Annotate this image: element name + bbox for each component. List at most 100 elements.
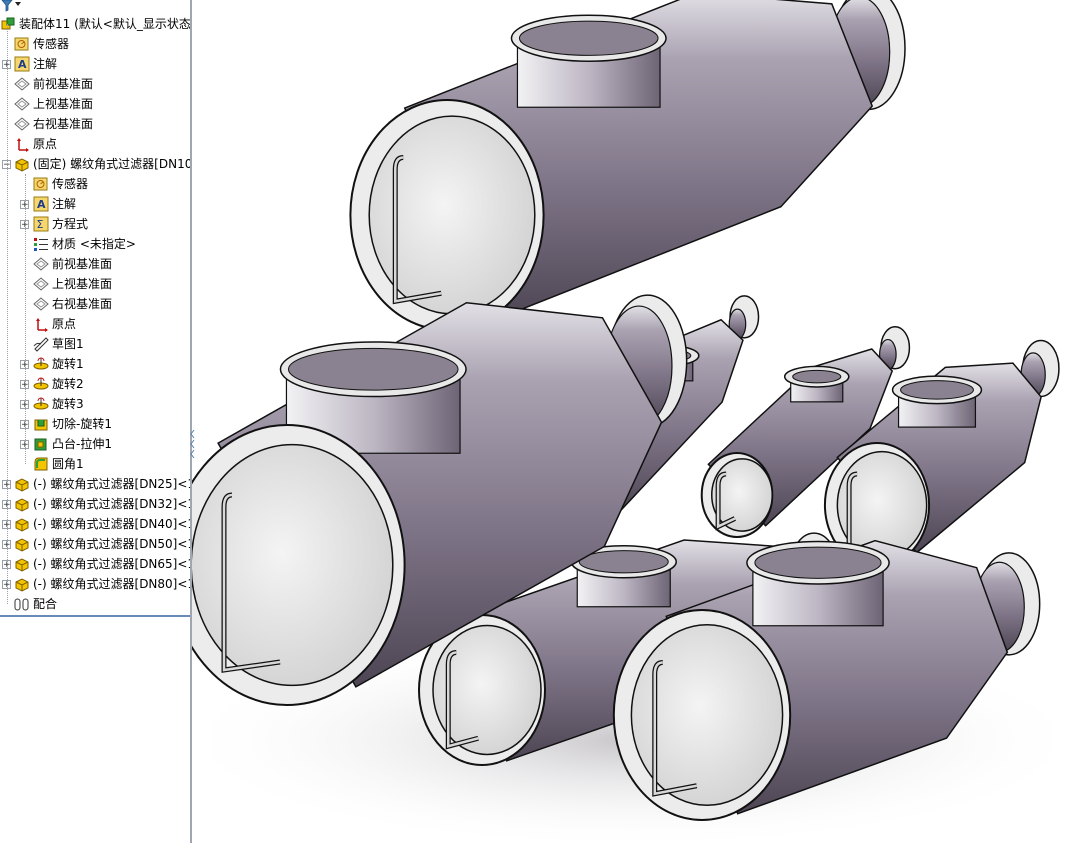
tree-item[interactable]: 传感器 <box>33 174 88 194</box>
tree-item[interactable]: 上视基准面 <box>14 94 93 114</box>
tree-item-label: 注解 <box>33 57 58 71</box>
boss-extrude-icon <box>33 436 49 452</box>
sensor-icon <box>33 176 49 192</box>
tree-item-label: 圆角1 <box>52 457 84 471</box>
inlet-bore <box>900 380 974 400</box>
tree-item[interactable]: 原点 <box>14 134 57 154</box>
strainer-body <box>349 0 906 331</box>
plane-icon <box>33 256 49 272</box>
tree-item[interactable]: 旋转2 <box>33 374 84 394</box>
svg-text:A: A <box>18 58 27 71</box>
annotation-icon: A <box>14 56 30 72</box>
tree-item-label: (-) 螺纹角式过滤器[DN80]<1> <box>33 577 192 591</box>
mates-icon <box>14 596 30 612</box>
revolve-icon <box>33 396 49 412</box>
tree-item-label: (-) 螺纹角式过滤器[DN25]<1> <box>33 477 192 491</box>
tree-item[interactable]: A 注解 <box>14 54 57 74</box>
origin-icon <box>14 136 30 152</box>
cut-revolve-icon <box>33 416 49 432</box>
svg-text:A: A <box>37 198 46 211</box>
tree-item[interactable]: Σ 方程式 <box>33 214 88 234</box>
tree-item-label: 传感器 <box>52 177 89 191</box>
fillet-icon <box>33 456 49 472</box>
revolve-icon <box>33 356 49 372</box>
tree-item-label: 注解 <box>52 197 77 211</box>
part-icon <box>14 156 30 172</box>
tree-item[interactable]: 右视基准面 <box>33 294 112 314</box>
tree-item-label: 前视基准面 <box>33 77 94 91</box>
tree-item[interactable]: (-) 螺纹角式过滤器[DN80]<1> <box>14 574 192 594</box>
plane-icon <box>14 116 30 132</box>
tree-item-label: 旋转1 <box>52 357 84 371</box>
revolve-icon <box>33 376 49 392</box>
svg-text:Σ: Σ <box>37 218 44 231</box>
plane-icon <box>14 96 30 112</box>
tree-item[interactable]: (固定) 螺纹角式过滤器[DN100]<1> <box>14 154 192 174</box>
origin-icon <box>33 316 49 332</box>
tree-item[interactable]: A 注解 <box>33 194 76 214</box>
tree-item[interactable]: 右视基准面 <box>14 114 93 134</box>
tree-item-label: 材质 <未指定> <box>52 237 136 251</box>
part-icon <box>14 476 30 492</box>
tree-item-label: 草图1 <box>52 337 84 351</box>
tree-item-label: 旋转2 <box>52 377 84 391</box>
tree-item[interactable]: 上视基准面 <box>33 274 112 294</box>
tree-root-label: 装配体11 (默认<默认_显示状态-1>) <box>19 17 191 31</box>
tree-toolbar <box>0 0 190 12</box>
tree-item[interactable]: 传感器 <box>14 34 69 54</box>
equation-icon: Σ <box>33 216 49 232</box>
sketch-icon <box>33 336 49 352</box>
tree-item-label: 上视基准面 <box>33 97 94 111</box>
tree-item-label: 传感器 <box>33 37 70 51</box>
tree-item-label: (固定) 螺纹角式过滤器[DN100]<1> <box>33 157 192 171</box>
tree-item-label: 右视基准面 <box>33 117 94 131</box>
tree-item[interactable]: 旋转3 <box>33 394 84 414</box>
tree-root-assembly[interactable]: 装配体11 (默认<默认_显示状态-1>) <box>0 14 191 34</box>
tree-item-label: 切除-旋转1 <box>52 417 112 431</box>
inlet-bore <box>792 369 842 384</box>
tree-item[interactable]: 凸台-拉伸1 <box>33 434 112 454</box>
tree-item-label: (-) 螺纹角式过滤器[DN65]<1> <box>33 557 192 571</box>
inlet-bore <box>754 546 882 579</box>
material-icon <box>33 236 49 252</box>
tree-item[interactable]: 草图1 <box>33 334 84 354</box>
tree-item-label: 旋转3 <box>52 397 84 411</box>
filter-icon[interactable] <box>0 0 24 12</box>
tree-item-label: 方程式 <box>52 217 89 231</box>
tree-item[interactable]: 原点 <box>33 314 76 334</box>
plane-icon <box>33 276 49 292</box>
annotation-icon: A <box>33 196 49 212</box>
tree-item-label: (-) 螺纹角式过滤器[DN40]<1> <box>33 517 192 531</box>
tree-item[interactable]: 旋转1 <box>33 354 84 374</box>
tree-item-label: 凸台-拉伸1 <box>52 437 112 451</box>
tree-item-label: (-) 螺纹角式过滤器[DN32]<1> <box>33 497 192 511</box>
tree-item-label: (-) 螺纹角式过滤器[DN50]<1> <box>33 537 192 551</box>
tree-item[interactable]: 前视基准面 <box>33 254 112 274</box>
graphics-area[interactable] <box>192 0 1079 843</box>
tree-item[interactable]: (-) 螺纹角式过滤器[DN25]<1> <box>14 474 192 494</box>
feature-manager-tree: 装配体11 (默认<默认_显示状态-1>)传感器A注解+前视基准面上视基准面右视… <box>0 0 192 843</box>
tree-item[interactable]: (-) 螺纹角式过滤器[DN50]<1> <box>14 534 192 554</box>
tree-item[interactable]: (-) 螺纹角式过滤器[DN65]<1> <box>14 554 192 574</box>
tree-item-label: 原点 <box>33 137 58 151</box>
plane-icon <box>14 76 30 92</box>
inlet-bore <box>287 347 459 391</box>
sensor-icon <box>14 36 30 52</box>
tree-item-label: 配合 <box>33 597 58 611</box>
assembly-icon <box>0 16 16 32</box>
tree-item[interactable]: 切除-旋转1 <box>33 414 112 434</box>
inlet-bore <box>518 20 659 56</box>
part-icon <box>14 556 30 572</box>
tree-item[interactable]: 配合 <box>14 594 57 614</box>
cap-face <box>711 458 773 532</box>
part-icon <box>14 576 30 592</box>
tree-item[interactable]: 前视基准面 <box>14 74 93 94</box>
tree-item[interactable]: (-) 螺纹角式过滤器[DN32]<1> <box>14 494 192 514</box>
tree-item-label: 右视基准面 <box>52 297 113 311</box>
tree-item[interactable]: 圆角1 <box>33 454 84 474</box>
tree-item-label: 前视基准面 <box>52 257 113 271</box>
part-icon <box>14 516 30 532</box>
tree-guide-line <box>25 174 26 464</box>
tree-item[interactable]: (-) 螺纹角式过滤器[DN40]<1> <box>14 514 192 534</box>
tree-item[interactable]: 材质 <未指定> <box>33 234 136 254</box>
